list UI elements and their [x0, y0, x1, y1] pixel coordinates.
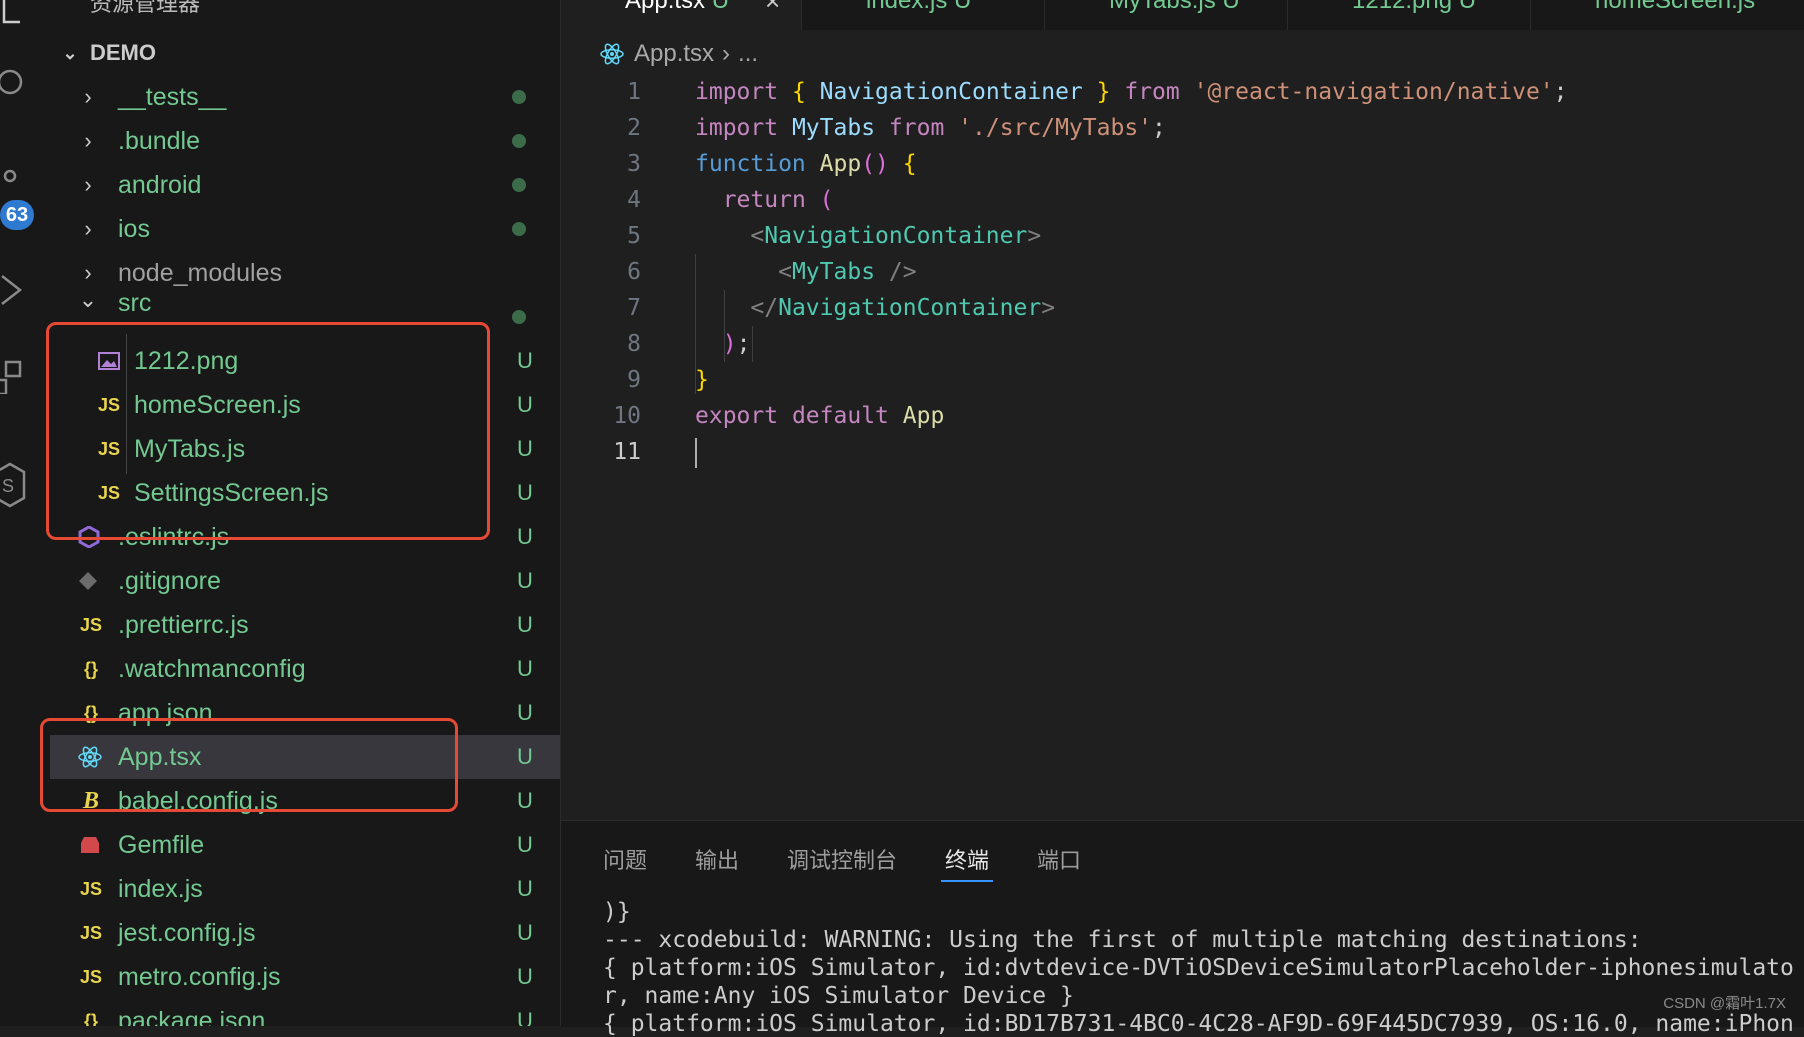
modified-dot-icon [512, 310, 526, 324]
chevron-down-icon: ⌄ [62, 42, 78, 63]
react-icon [600, 43, 624, 65]
tree-item-gitignore[interactable]: .gitignore U [50, 559, 560, 603]
tab-mytabs-js[interactable]: MyTabs.js U [1045, 0, 1288, 30]
git-icon [79, 572, 97, 590]
modified-dot-icon [512, 134, 526, 148]
code-line: 4 return ( [627, 187, 834, 213]
tree-item-metro-config[interactable]: JS metro.config.js U [50, 955, 560, 999]
search-icon[interactable] [0, 68, 34, 102]
terminal-line: --- xcodebuild: WARNING: Using the first… [603, 927, 1642, 953]
tab-ports[interactable]: 端口 [1037, 843, 1081, 875]
close-icon[interactable]: × [765, 0, 780, 17]
breadcrumb: App.tsx › ... [600, 38, 766, 70]
js-file-icon: JS [79, 614, 103, 635]
editor-tabs: App.tsx U × index.js U MyTabs.js U 1212.… [561, 0, 1804, 30]
ruby-gem-icon [81, 837, 99, 853]
tab-problems[interactable]: 问题 [603, 843, 647, 875]
tree-item-watchmanconfig[interactable]: {} .watchmanconfig U [50, 647, 560, 691]
tree-item-index-js[interactable]: JS index.js U [50, 867, 560, 911]
extensions-icon[interactable] [0, 360, 34, 394]
breadcrumb-more[interactable]: ... [738, 40, 758, 68]
explorer-icon[interactable] [0, 0, 34, 34]
tab-1212-png[interactable]: 1212.png U [1288, 0, 1531, 30]
js-file-icon: JS [79, 922, 103, 943]
modified-dot-icon [512, 90, 526, 104]
tab-index-js[interactable]: index.js U [802, 0, 1045, 30]
nodejs-icon[interactable]: S [0, 462, 34, 512]
modified-dot-icon [512, 222, 526, 236]
tree-item-android[interactable]: › android [50, 163, 560, 207]
tree-item-jest-config[interactable]: JS jest.config.js U [50, 911, 560, 955]
source-control-icon[interactable] [0, 168, 34, 202]
tree-item-tests[interactable]: › __tests__ [50, 75, 560, 119]
watermark: CSDN @霜叶1.7X [1663, 995, 1786, 1012]
code-line: 2 import MyTabs from './src/MyTabs'; [627, 115, 1166, 141]
tab-debug-console[interactable]: 调试控制台 [787, 843, 897, 875]
code-editor[interactable]: 1 import { NavigationContainer } from '@… [561, 74, 1804, 814]
activity-bar: 63 S [0, 0, 50, 1026]
terminal-line: )} [603, 899, 631, 925]
tree-item-package-json[interactable]: {} package.json U [50, 999, 560, 1027]
run-debug-icon[interactable] [0, 274, 34, 308]
js-file-icon: JS [79, 878, 103, 899]
highlight-box-src-files [46, 322, 490, 540]
code-line: 1 import { NavigationContainer } from '@… [627, 79, 1568, 105]
tree-item-gemfile[interactable]: Gemfile U [50, 823, 560, 867]
code-line: 8 ); [627, 331, 751, 357]
svg-text:S: S [2, 476, 14, 496]
tab-app-tsx[interactable]: App.tsx U × [561, 0, 802, 30]
modified-dot-icon [512, 178, 526, 192]
tab-homescreen-js[interactable]: homeScreen.js [1531, 0, 1804, 30]
code-line: 10 export default App [613, 403, 945, 429]
workspace-name: DEMO [90, 40, 156, 65]
code-line: 3 function App() { [627, 151, 917, 177]
code-line: 9 } [627, 367, 709, 393]
chevron-right-icon: › [84, 260, 92, 285]
terminal-line: { platform:iOS Simulator, id:BD17B731-4B… [603, 1011, 1794, 1037]
tree-item-bundle[interactable]: › .bundle [50, 119, 560, 163]
tab-terminal[interactable]: 终端 [945, 843, 989, 875]
chevron-right-icon: › [84, 128, 92, 153]
terminal-line: r, name:Any iOS Simulator Device } [603, 983, 1074, 1009]
tab-output[interactable]: 输出 [695, 843, 739, 875]
bottom-panel: 问题 输出 调试控制台 终端 端口 )} --- xcodebuild: WAR… [561, 820, 1804, 1037]
chevron-right-icon: › [84, 172, 92, 197]
js-file-icon: JS [79, 966, 103, 987]
explorer-title: 资源管理器 [90, 0, 201, 16]
workspace-root[interactable]: ⌄ DEMO [50, 34, 560, 72]
text-cursor [695, 438, 697, 468]
chevron-down-icon: ⌄ [78, 287, 98, 312]
json-file-icon: {} [83, 1010, 98, 1027]
tree-item-prettierrc[interactable]: JS .prettierrc.js U [50, 603, 560, 647]
code-line-current: 11 [561, 434, 1804, 470]
code-line: 7 </NavigationContainer> [627, 295, 1056, 321]
code-line: 5 <NavigationContainer> [627, 223, 1042, 249]
highlight-box-app-tsx [40, 718, 458, 812]
code-line: 6 <MyTabs /> [627, 259, 917, 285]
chevron-right-icon: › [84, 84, 92, 109]
json-file-icon: {} [83, 658, 98, 679]
breadcrumb-separator: › [722, 40, 731, 67]
terminal-line: { platform:iOS Simulator, id:dvtdevice-D… [603, 955, 1794, 981]
chevron-right-icon: › [84, 216, 92, 241]
breadcrumb-file[interactable]: App.tsx [634, 40, 714, 68]
active-tab-indicator [941, 880, 993, 882]
tree-item-ios[interactable]: › ios [50, 207, 560, 251]
source-control-badge: 63 [0, 200, 34, 230]
